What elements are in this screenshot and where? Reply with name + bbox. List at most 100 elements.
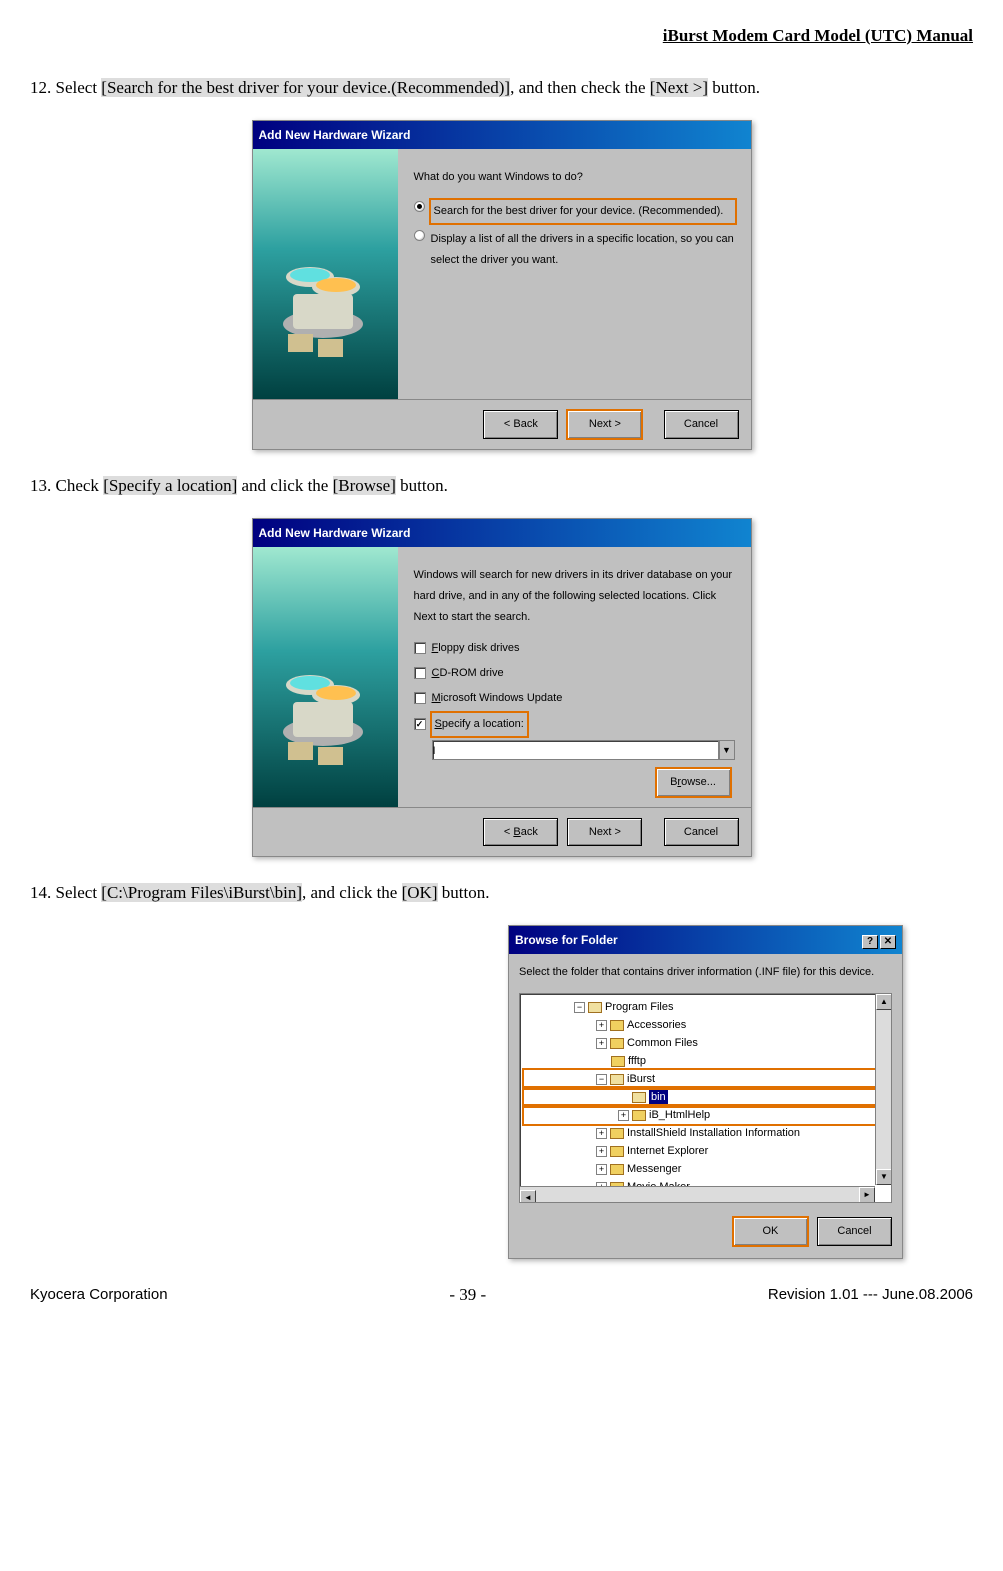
scroll-down-icon[interactable]: ▼ (876, 1169, 892, 1185)
expand-icon[interactable]: + (596, 1146, 607, 1157)
checkbox-windows-update[interactable]: Microsoft Windows Update (414, 688, 735, 709)
cancel-button[interactable]: Cancel (664, 410, 739, 439)
tree-label: Common Files (627, 1034, 698, 1052)
tree-item-iburst[interactable]: − iBurst (524, 1070, 887, 1088)
folder-tree[interactable]: −Program Files +Accessories + Common File… (519, 993, 892, 1203)
t: button. (396, 476, 448, 495)
hl-next: [Next >] (650, 78, 708, 97)
footer-page-number: - 39 - (449, 1279, 486, 1311)
folder-icon (611, 1056, 625, 1067)
t: button. (438, 883, 490, 902)
step-13-text: 13. Check [Specify a location] and click… (30, 470, 973, 502)
checkbox-label: Specify a location: (432, 713, 527, 736)
collapse-icon[interactable]: − (596, 1074, 607, 1085)
tree-label: Messenger (627, 1160, 681, 1178)
t: , and click the (302, 883, 402, 902)
folder-icon (610, 1038, 624, 1049)
step-14-text: 14. Select [C:\Program Files\iBurst\bin]… (30, 877, 973, 909)
tree-label: ffftp (628, 1052, 646, 1070)
collapse-icon[interactable]: − (574, 1002, 585, 1013)
next-button[interactable]: Next > (567, 410, 642, 439)
browse-for-folder-dialog: Browse for Folder ?✕ Select the folder t… (508, 925, 903, 1260)
expand-icon[interactable]: + (596, 1164, 607, 1175)
dialog-title: Browse for Folder (515, 929, 618, 952)
expand-icon[interactable]: + (618, 1110, 629, 1121)
checkbox-icon (414, 667, 426, 679)
hl-specify-location: [Specify a location] (103, 476, 237, 495)
tree-item-installshield[interactable]: + InstallShield Installation Information (524, 1124, 887, 1142)
manual-header: iBurst Modem Card Model (UTC) Manual (30, 20, 973, 52)
wizard-question: What do you want Windows to do? (414, 167, 735, 188)
checkbox-label: Microsoft Windows Update (432, 688, 563, 709)
t: Select (51, 78, 101, 97)
window-controls: ?✕ (860, 929, 896, 952)
tree-item-messenger[interactable]: + Messenger (524, 1160, 887, 1178)
checkbox-label: CD-ROM drive (432, 663, 504, 684)
close-icon[interactable]: ✕ (880, 935, 896, 949)
browse-button[interactable]: Browse... (656, 768, 731, 797)
step-num-13: 13. (30, 476, 51, 495)
tree-label: Internet Explorer (627, 1142, 708, 1160)
next-button[interactable]: Next > (567, 818, 642, 847)
scroll-left-icon[interactable]: ◄ (520, 1190, 536, 1203)
horizontal-scrollbar[interactable]: ◄ ► (520, 1186, 875, 1202)
checkbox-cdrom[interactable]: CD-ROM drive (414, 663, 735, 684)
tree-item-common-files[interactable]: + Common Files (524, 1034, 887, 1052)
tree-label: bin (649, 1088, 668, 1106)
folder-icon (610, 1128, 624, 1139)
folder-icon (632, 1110, 646, 1121)
tree-item-accessories[interactable]: +Accessories (524, 1016, 887, 1034)
footer-revision: Revision 1.01 --- June.08.2006 (768, 1281, 973, 1310)
hl-ok: [OK] (402, 883, 438, 902)
step-12-text: 12. Select [Search for the best driver f… (30, 72, 973, 104)
tree-item-htmlhelp[interactable]: + iB_HtmlHelp (524, 1106, 887, 1124)
expand-icon[interactable]: + (596, 1020, 607, 1031)
ok-button[interactable]: OK (733, 1217, 808, 1246)
footer-company: Kyocera Corporation (30, 1281, 168, 1310)
folder-icon (632, 1092, 646, 1103)
wizard-sidebar-image (253, 547, 398, 806)
wizard-sidebar-image (253, 149, 398, 399)
hl-browse: [Browse] (333, 476, 396, 495)
scroll-up-icon[interactable]: ▲ (876, 994, 892, 1010)
hl-path: [C:\Program Files\iBurst\bin] (101, 883, 302, 902)
t: Select (51, 883, 101, 902)
back-button[interactable]: < Back (483, 410, 558, 439)
tree-label: iBurst (627, 1070, 655, 1088)
help-icon[interactable]: ? (862, 935, 878, 949)
back-button[interactable]: < Back (483, 818, 558, 847)
radio-search-best-driver[interactable]: Search for the best driver for your devi… (414, 200, 735, 223)
radio-icon (414, 230, 425, 241)
folder-icon (588, 1002, 602, 1013)
hl-search-best: [Search for the best driver for your dev… (101, 78, 510, 97)
checkbox-specify-location[interactable]: Specify a location: (414, 713, 735, 736)
radio-icon (414, 201, 425, 212)
checkbox-floppy[interactable]: FFloppy disk drivesloppy disk drives (414, 638, 735, 659)
tree-item-ie[interactable]: + Internet Explorer (524, 1142, 887, 1160)
tree-label: iB_HtmlHelp (649, 1106, 710, 1124)
folder-icon (610, 1146, 624, 1157)
radio-display-list[interactable]: Display a list of all the drivers in a s… (414, 229, 735, 271)
wizard-description: Windows will search for new drivers in i… (414, 565, 735, 628)
wizard-title: Add New Hardware Wizard (253, 519, 751, 548)
location-input[interactable]: I (432, 740, 719, 760)
tree-item-program-files[interactable]: −Program Files (524, 998, 887, 1016)
vertical-scrollbar[interactable]: ▲ ▼ (875, 994, 891, 1185)
dialog-description: Select the folder that contains driver i… (509, 954, 902, 987)
tree-label: InstallShield Installation Information (627, 1124, 800, 1142)
checkbox-icon (414, 692, 426, 704)
step-num-14: 14. (30, 883, 51, 902)
checkbox-label: FFloppy disk drivesloppy disk drives (432, 638, 520, 659)
expand-icon[interactable]: + (596, 1038, 607, 1049)
dropdown-button[interactable]: ▼ (719, 740, 735, 760)
folder-icon (610, 1020, 624, 1031)
cancel-button[interactable]: Cancel (817, 1217, 892, 1246)
cancel-button[interactable]: Cancel (664, 818, 739, 847)
expand-icon[interactable]: + (596, 1128, 607, 1139)
t: , and then check the (510, 78, 650, 97)
t: Check (51, 476, 103, 495)
checkbox-icon (414, 718, 426, 730)
tree-item-ffftp[interactable]: ffftp (524, 1052, 887, 1070)
scroll-right-icon[interactable]: ► (859, 1187, 875, 1203)
tree-item-bin[interactable]: bin (524, 1088, 887, 1106)
